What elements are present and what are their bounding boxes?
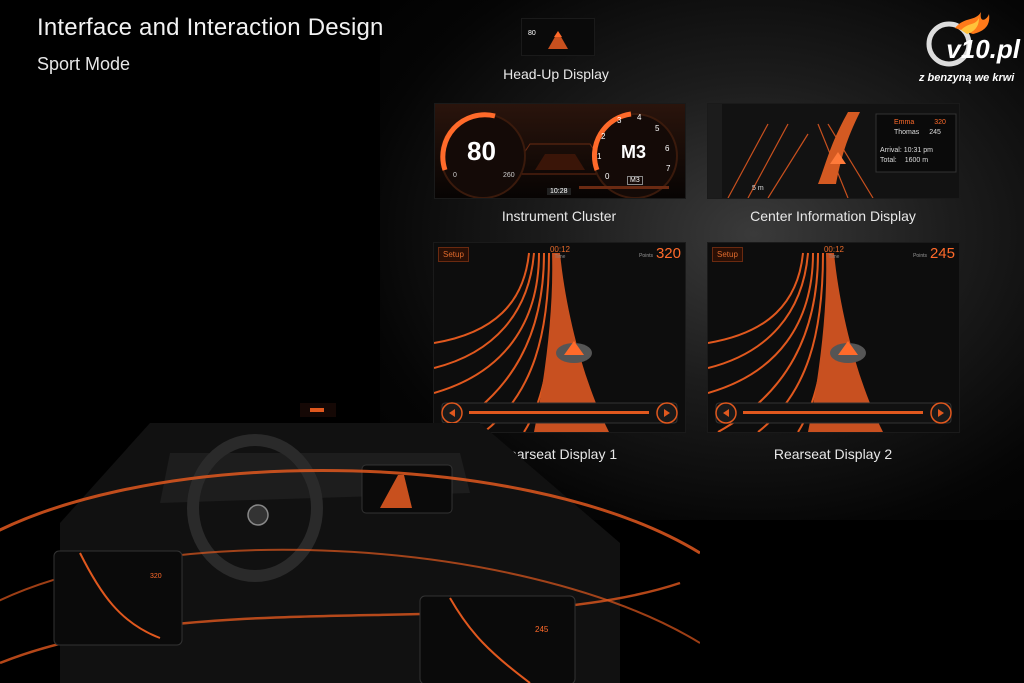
rearseat-2-time: 00:12 (823, 245, 845, 254)
rearseat-2-time-label: Time (828, 254, 840, 260)
cid-total-value: 1600 m (904, 157, 929, 164)
cluster-clock: 10:28 (547, 188, 571, 195)
hud-caption: Head-Up Display (503, 66, 609, 82)
cid-arrival-value: 10:31 pm (903, 147, 933, 154)
cid-arrival-label: Arrival: (880, 147, 902, 154)
rearseat-2-setup-button[interactable]: Setup (712, 247, 743, 262)
cid-player-1: Emma 320 (894, 118, 946, 128)
cluster-speed: 80 (467, 136, 496, 166)
cluster-speed-max: 260 (503, 172, 515, 179)
rearseat-1-setup-button[interactable]: Setup (438, 247, 469, 262)
rpm-tick-1: 1 (597, 152, 602, 161)
cid-arrival: Arrival: 10:31 pm (880, 146, 933, 156)
car-interior-illustration (0, 403, 700, 683)
left-tablet (53, 550, 183, 646)
cid-player-1-name: Emma (894, 119, 915, 126)
rearseat-1-points-label: Points (639, 253, 653, 259)
rearseat-2-points-label: Points (913, 253, 927, 259)
cid-player-1-score: 320 (934, 119, 946, 126)
rearseat-2-caption: Rearseat Display 2 (773, 446, 893, 462)
cid-player-2-score: 245 (929, 129, 941, 136)
rearseat-1-score: 320 (655, 245, 681, 262)
cid-caption: Center Information Display (750, 208, 916, 224)
rpm-tick-3: 3 (617, 116, 622, 125)
rearseat-1-time-label: Time (554, 254, 566, 260)
cid-distance: 5 m (752, 185, 764, 192)
cid-player-2: Thomas 245 (894, 128, 941, 138)
logo-text: v10.pl (946, 34, 1020, 64)
rpm-tick-7: 7 (666, 164, 671, 173)
rearseat-1-time: 00:12 (549, 245, 571, 254)
rpm-tick-0: 0 (605, 172, 610, 181)
rpm-tick-6: 6 (665, 144, 670, 153)
cid-total-label: Total: (880, 157, 897, 164)
right-tablet (419, 595, 576, 683)
cluster-gear: M3 (621, 142, 647, 162)
rpm-tick-4: 4 (637, 113, 642, 122)
rpm-tick-2: 2 (601, 132, 606, 141)
page-subtitle: Sport Mode (37, 54, 131, 74)
rearseat-display-2-thumbnail[interactable]: Setup 00:12 Time Points 245 (707, 242, 960, 433)
cluster-speed-min: 0 (453, 172, 457, 179)
cluster-caption: Instrument Cluster (501, 208, 617, 224)
page-title: Interface and Interaction Design (37, 14, 384, 41)
v10-logo: v10.pl z benzyną we krwi (915, 8, 1020, 88)
hud-speed: 80 (528, 30, 536, 37)
rearseat-2-track-graphic (708, 243, 959, 432)
rearseat-2-score: 245 (929, 245, 955, 262)
center-information-display-thumbnail[interactable]: Emma 320 Thomas 245 Arrival: 10:31 pm To… (707, 103, 960, 199)
right-tablet-score: 245 (535, 625, 549, 634)
instrument-cluster-thumbnail[interactable]: 80 0 260 M3 M3 0 1 2 3 4 5 6 7 10:28 (434, 103, 686, 199)
rearseat-1-timer: 00:12 Time (540, 245, 580, 260)
hud-thumbnail[interactable]: 80 (521, 18, 595, 56)
hud-road-graphic (522, 19, 594, 55)
left-tablet-score: 320 (150, 573, 162, 580)
bmw-logo-icon (247, 504, 269, 526)
cid-player-2-name: Thomas (894, 129, 920, 136)
rpm-tick-5: 5 (655, 124, 660, 133)
cid-total: Total: 1600 m (880, 156, 928, 166)
cluster-gear-small: M3 (627, 176, 643, 185)
logo-tagline: z benzyną we krwi (919, 72, 1015, 84)
rearseat-2-timer: 00:12 Time (814, 245, 854, 260)
